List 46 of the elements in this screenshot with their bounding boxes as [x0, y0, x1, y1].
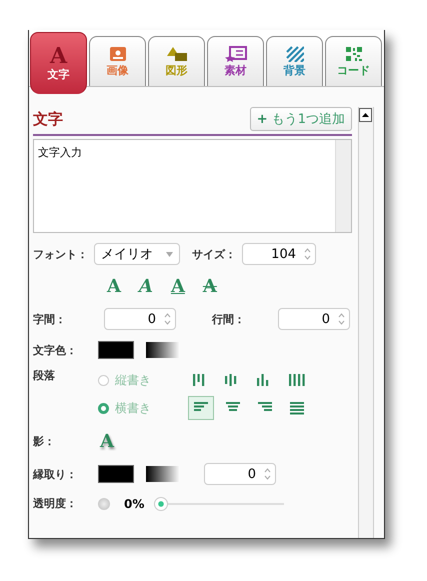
paragraph-label: 段落 — [33, 368, 56, 384]
tab[interactable]: コード — [325, 36, 382, 86]
shadow-button[interactable]: A — [98, 431, 116, 452]
font-label: フォント： — [33, 246, 88, 262]
spinner-arrows-icon — [164, 312, 171, 326]
scrollbar[interactable] — [335, 140, 351, 232]
text-style-button[interactable]: A — [136, 276, 155, 297]
tab[interactable]: 画像 — [89, 36, 146, 86]
text-color-label: 文字色： — [33, 342, 78, 358]
letter-spacing-label: 字間： — [33, 312, 67, 326]
spinner-arrows-icon — [338, 312, 345, 326]
tab[interactable]: 背景 — [266, 36, 323, 86]
letter-spacing-spinner[interactable]: 0 — [104, 308, 176, 330]
slider-thumb[interactable] — [154, 496, 168, 510]
horizontal-align-icon — [288, 401, 306, 415]
text-style-button[interactable]: A — [168, 276, 187, 297]
color-swatch[interactable] — [98, 465, 134, 483]
size-spinner[interactable]: 104 — [242, 243, 316, 265]
gradient-swatch[interactable] — [146, 342, 180, 358]
section-title: 文字 — [33, 110, 63, 128]
font-dropdown[interactable]: メイリオ — [94, 243, 180, 265]
gradient-swatch[interactable] — [146, 466, 180, 482]
caret-icon — [166, 252, 173, 256]
spinner-arrows-icon — [264, 467, 271, 481]
scroll-up-icon — [359, 108, 372, 122]
vertical-align-icon — [288, 373, 306, 387]
line-spacing-label: 行間： — [212, 312, 246, 326]
text-style-button[interactable]: A — [200, 276, 219, 297]
size-label: サイズ： — [192, 246, 236, 262]
text-input-field[interactable]: 文字入力 — [33, 139, 352, 233]
opacity-value: 0% — [124, 496, 144, 510]
align-button[interactable] — [188, 396, 214, 420]
outline-spinner[interactable]: 0 — [204, 463, 276, 485]
tab[interactable]: 図形 — [148, 36, 205, 86]
shadow-label: 影： — [33, 434, 56, 449]
line-spacing-spinner[interactable]: 0 — [278, 308, 350, 330]
add-button[interactable]: + もう1つ追加 — [250, 107, 352, 131]
color-swatch[interactable] — [98, 341, 134, 359]
outline-label: 縁取り： — [33, 466, 78, 482]
text-style-button[interactable]: A — [105, 276, 123, 297]
tab[interactable]: A 文字 — [30, 32, 87, 94]
spinner-arrows-icon — [304, 247, 311, 261]
tab[interactable]: 素材 — [207, 36, 264, 86]
opacity-dot — [98, 498, 110, 510]
opacity-label: 透明度： — [33, 496, 78, 511]
scrollbar[interactable] — [358, 107, 374, 538]
